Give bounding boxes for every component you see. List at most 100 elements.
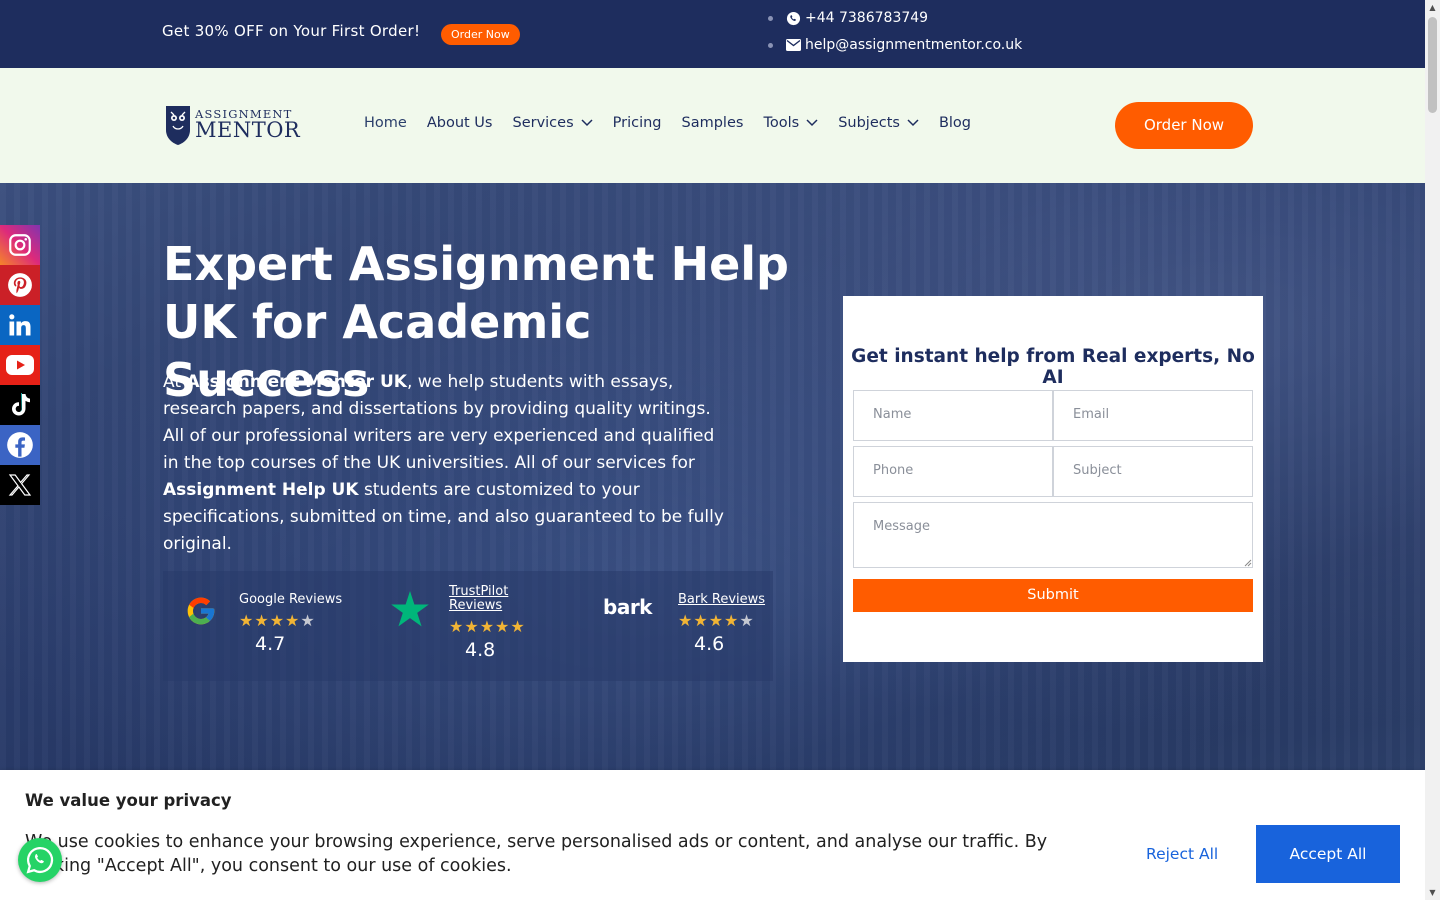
star-icon: ★ — [300, 611, 315, 630]
nav-pricing-label: Pricing — [612, 115, 662, 131]
desc-prefix: At — [163, 372, 187, 392]
scroll-down-icon[interactable]: ▼ — [1425, 885, 1440, 900]
pinterest-link[interactable] — [0, 265, 40, 305]
star-icon: ★ — [479, 617, 495, 636]
review-name[interactable]: TrustPilot Reviews — [449, 585, 519, 613]
logo-line2: MENTOR — [195, 118, 301, 143]
main-nav: Home About Us Services Pricing Samples T… — [364, 115, 991, 131]
linkedin-link[interactable] — [0, 305, 40, 345]
star-icon: ★ — [449, 617, 464, 636]
tiktok-link[interactable] — [0, 385, 40, 425]
accept-all-button[interactable]: Accept All — [1256, 825, 1400, 883]
promo-text: Get 30% OFF on Your First Order! — [162, 22, 421, 40]
facebook-icon — [7, 432, 33, 458]
cookie-banner: We value your privacy We use cookies to … — [0, 770, 1425, 900]
linkedin-icon — [9, 314, 31, 336]
instagram-link[interactable] — [0, 225, 40, 265]
main-header: ASSIGNMENT MENTOR Home About Us Services… — [0, 68, 1425, 183]
nav-subjects-label: Subjects — [838, 115, 900, 131]
email-field[interactable]: Email — [1053, 390, 1253, 441]
subject-field[interactable]: Subject — [1053, 446, 1253, 497]
star-icon: ★ — [254, 611, 269, 630]
cookie-text: We use cookies to enhance your browsing … — [25, 832, 1048, 876]
logo-wordmark: ASSIGNMENT MENTOR — [195, 108, 301, 143]
name-field[interactable]: Name — [853, 390, 1053, 441]
star-icon: ★ — [693, 611, 708, 630]
chevron-down-icon — [581, 119, 593, 127]
nav-samples-label: Samples — [681, 115, 744, 131]
youtube-link[interactable] — [0, 345, 40, 385]
top-bar: Get 30% OFF on Your First Order! Order N… — [0, 0, 1425, 68]
review-name[interactable]: Bark Reviews — [678, 592, 765, 607]
nav-about-label: About Us — [426, 115, 493, 131]
star-icon: ★ — [510, 617, 525, 636]
nav-subjects[interactable]: Subjects — [838, 115, 919, 131]
promo-order-button[interactable]: Order Now — [441, 24, 520, 45]
nav-about[interactable]: About Us — [427, 115, 493, 131]
whatsapp-icon — [786, 11, 801, 25]
review-score: 4.7 — [255, 633, 286, 655]
tiktok-icon — [12, 393, 30, 416]
star-rating: ★ ★ ★ ★ ★ — [239, 613, 342, 629]
resize-handle-icon[interactable] — [1244, 559, 1252, 567]
social-sidebar — [0, 225, 40, 505]
reviews-panel: Google Reviews ★ ★ ★ ★ ★ 4.7 TrustPilot Revi… — [163, 571, 773, 681]
trustpilot-star-icon — [391, 591, 429, 627]
star-icon: ★ — [464, 617, 479, 636]
star-icon: ★ — [495, 617, 510, 636]
star-icon: ★ — [239, 611, 254, 630]
youtube-icon — [6, 355, 34, 375]
submit-button[interactable]: Submit — [853, 579, 1253, 612]
bark-logo: bark — [603, 595, 652, 619]
nav-blog[interactable]: Blog — [939, 115, 971, 131]
trustpilot-review[interactable]: TrustPilot Reviews ★ ★ ★ ★ ★ 4.8 — [449, 585, 526, 662]
x-icon — [8, 474, 32, 496]
instagram-icon — [9, 234, 31, 256]
nav-services-label: Services — [512, 115, 574, 131]
x-link[interactable] — [0, 465, 40, 505]
star-icon: ★ — [708, 611, 724, 630]
nav-services[interactable]: Services — [512, 115, 593, 131]
desc-brand: Assignment Mentor UK — [186, 372, 407, 392]
phone-field[interactable]: Phone — [853, 446, 1053, 497]
email-contact[interactable]: help@assignmentmentor.co.uk — [768, 37, 1022, 53]
owl-shield-icon — [166, 106, 190, 145]
nav-pricing[interactable]: Pricing — [613, 115, 662, 131]
review-score: 4.6 — [694, 633, 725, 655]
envelope-icon — [786, 39, 801, 51]
nav-tools[interactable]: Tools — [763, 115, 818, 131]
nav-home[interactable]: Home — [364, 115, 407, 131]
chevron-down-icon — [907, 119, 919, 127]
message-field[interactable]: Message — [853, 502, 1253, 568]
google-review: Google Reviews ★ ★ ★ ★ ★ 4.7 — [239, 592, 342, 655]
whatsapp-icon — [26, 846, 54, 874]
whatsapp-chat-button[interactable] — [18, 838, 62, 882]
email-address: help@assignmentmentor.co.uk — [805, 37, 1023, 53]
phone-contact[interactable]: +44 7386783749 — [768, 10, 928, 26]
nav-blog-label: Blog — [938, 115, 972, 131]
bullet — [768, 15, 773, 21]
star-icon: ★ — [285, 611, 300, 630]
reject-all-button[interactable]: Reject All — [1146, 845, 1218, 863]
phone-number: +44 7386783749 — [805, 10, 929, 26]
hero-description: At Assignment Mentor UK, we help student… — [163, 369, 733, 558]
star-icon: ★ — [739, 611, 754, 630]
scroll-thumb[interactable] — [1428, 17, 1437, 113]
star-icon: ★ — [678, 611, 693, 630]
bark-review[interactable]: Bark Reviews ★ ★ ★ ★ ★ 4.6 — [678, 592, 765, 655]
pinterest-icon — [8, 273, 32, 297]
header-order-button[interactable]: Order Now — [1115, 102, 1253, 149]
star-rating: ★ ★ ★ ★ ★ — [449, 619, 526, 635]
scroll-up-icon[interactable]: ▲ — [1425, 0, 1440, 15]
site-logo[interactable]: ASSIGNMENT MENTOR — [164, 104, 300, 146]
cookie-title: We value your privacy — [25, 791, 232, 810]
star-icon: ★ — [724, 611, 739, 630]
google-icon — [187, 597, 215, 625]
nav-tools-label: Tools — [763, 115, 800, 131]
chevron-down-icon — [806, 119, 818, 127]
facebook-link[interactable] — [0, 425, 40, 465]
desc-service: Assignment Help UK — [163, 480, 359, 500]
star-icon: ★ — [269, 611, 285, 630]
nav-samples[interactable]: Samples — [682, 115, 744, 131]
page-scrollbar[interactable]: ▲ ▼ — [1425, 0, 1440, 900]
